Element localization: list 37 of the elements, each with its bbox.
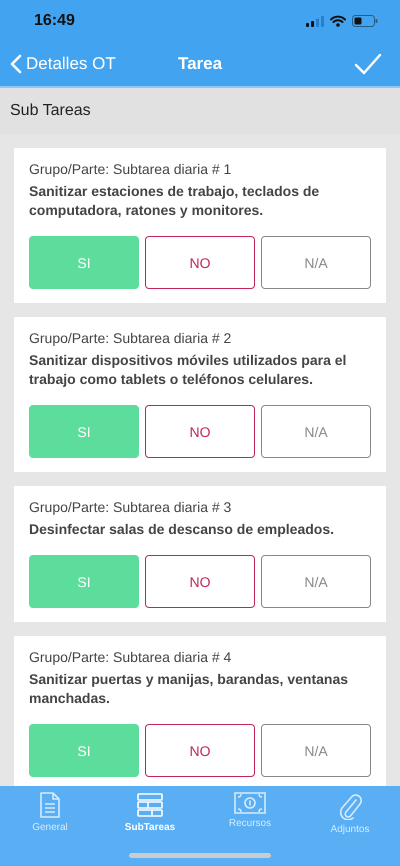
answer-button[interactable]: NO [145,405,255,458]
answer-button[interactable]: N/A [261,236,371,289]
task-description: Sanitizar dispositivos móviles utilizados para el trabajo como tablets o teléfonos celulares. [29,351,348,389]
answer-button[interactable]: N/A [261,405,371,458]
tab[interactable]: SubTareas [100,792,200,835]
signal-icon [306,16,324,26]
task-description: Sanitizar puertas y manijas, barandas, ventanas manchadas. [29,670,350,708]
task-description: Sanitizar estaciones de trabajo, teclados de computadora, ratones y monitores. [29,182,320,220]
answer-button[interactable]: NO [145,555,255,608]
answer-button[interactable]: NO [145,236,255,289]
task-group: Grupo/Parte: Subtarea diaria # 4 [29,649,371,665]
battery-icon [352,15,378,27]
table-icon [137,792,163,818]
document-icon [39,792,61,818]
answer-button[interactable]: SI [29,555,139,608]
answer-button[interactable]: N/A [261,555,371,608]
paperclip-icon [338,792,362,820]
tab[interactable]: Adjuntos [300,792,400,835]
wifi-icon [330,15,346,27]
answer-button[interactable]: NO [145,724,255,777]
section-title: Sub Tareas [10,102,91,120]
task-group: Grupo/Parte: Subtarea diaria # 3 [29,499,371,515]
answer-button[interactable]: N/A [261,724,371,777]
tab[interactable]: Recursos [200,792,300,835]
banknote-icon [234,792,266,814]
tab[interactable]: General [0,792,100,835]
task-description: Desinfectar salas de descanso de empleados. [29,520,336,539]
back-button[interactable]: Detalles OT [10,54,116,74]
nav-title: Tarea [178,54,222,74]
chevron-left-icon [10,54,22,74]
answer-button[interactable]: SI [29,405,139,458]
task-group: Grupo/Parte: Subtarea diaria # 1 [29,161,371,177]
task-group: Grupo/Parte: Subtarea diaria # 2 [29,330,371,346]
status-time: 16:49 [34,12,75,30]
answer-button[interactable]: SI [29,724,139,777]
checkmark-icon[interactable] [354,53,382,75]
answer-button[interactable]: SI [29,236,139,289]
